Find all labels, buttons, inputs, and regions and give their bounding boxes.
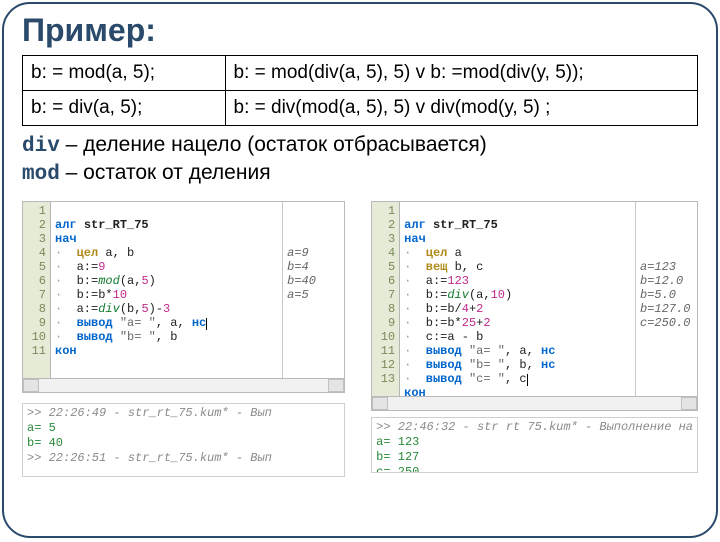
slide-title: Пример: bbox=[22, 12, 698, 49]
left-console[interactable]: >> 22:26:49 - str_rt_75.kum* - Вып a= 5 … bbox=[22, 403, 345, 477]
div-definition: – деление нацело (остаток отбрасывается) bbox=[60, 133, 487, 156]
right-console[interactable]: >> 22:46:32 - str rt 75.kum* - Выполнени… bbox=[371, 417, 698, 473]
line-gutter: 1 2 3 4 5 6 7 8 9 10 11 bbox=[23, 202, 51, 378]
text-caret bbox=[206, 318, 207, 330]
right-panel: 1 2 3 4 5 6 7 8 9 10 11 12 13 алг str_RT… bbox=[371, 201, 698, 477]
examples-table: b: = mod(a, 5); b: = mod(div(a, 5), 5) v… bbox=[22, 55, 698, 126]
line-gutter: 1 2 3 4 5 6 7 8 9 10 11 12 13 bbox=[372, 202, 400, 396]
table-cell: b: = mod(a, 5); bbox=[23, 56, 226, 91]
table-cell: b: = div(a, 5); bbox=[23, 91, 226, 126]
horizontal-scrollbar[interactable] bbox=[22, 379, 345, 393]
right-editor[interactable]: 1 2 3 4 5 6 7 8 9 10 11 12 13 алг str_RT… bbox=[371, 201, 698, 397]
table-cell: b: = mod(div(a, 5), 5) v b: =mod(div(y, … bbox=[225, 56, 698, 91]
values-pane: a=123 b=12.0 b=5.0 b=127.0 c=250.0 bbox=[635, 202, 697, 396]
values-pane: a=9 b=4 b=40 a=5 bbox=[282, 202, 344, 378]
mod-definition: – остаток от деления bbox=[60, 161, 271, 184]
code-area[interactable]: алг str_RT_75 нач · цел a · вещ b, c · a… bbox=[400, 202, 635, 396]
horizontal-scrollbar[interactable] bbox=[371, 397, 698, 411]
mod-keyword: mod bbox=[22, 163, 60, 186]
left-panel: 1 2 3 4 5 6 7 8 9 10 11 алг str_RT_75 на… bbox=[22, 201, 345, 477]
definitions: div – деление нацело (остаток отбрасывае… bbox=[22, 132, 698, 189]
text-caret bbox=[527, 374, 528, 386]
div-keyword: div bbox=[22, 135, 60, 158]
left-editor[interactable]: 1 2 3 4 5 6 7 8 9 10 11 алг str_RT_75 на… bbox=[22, 201, 345, 379]
table-cell: b: = div(mod(a, 5), 5) v div(mod(y, 5) ; bbox=[225, 91, 698, 126]
code-area[interactable]: алг str_RT_75 нач · цел a, b · a:=9 · b:… bbox=[51, 202, 282, 378]
